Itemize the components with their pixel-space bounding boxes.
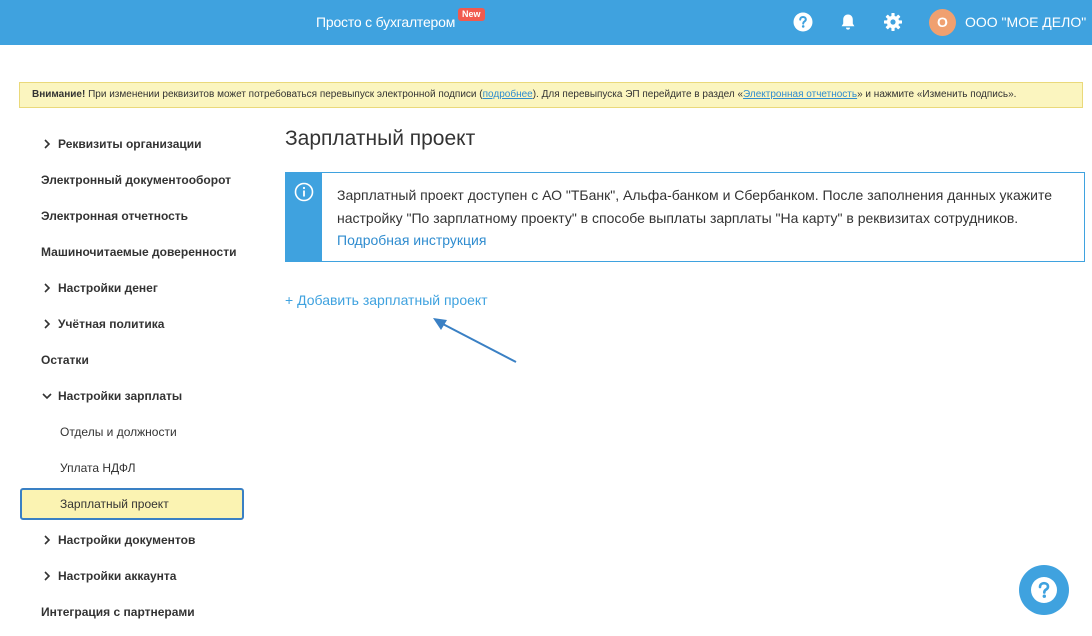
sidebar-item-departments[interactable]: Отделы и должности [20, 418, 244, 446]
warning-text-2: ). Для перевыпуска ЭП перейдите в раздел… [532, 89, 744, 100]
chevron-right-icon [44, 139, 51, 149]
warning-banner: Внимание! При изменении реквизитов может… [19, 82, 1083, 108]
chevron-right-icon [44, 283, 51, 293]
sidebar-item-balances[interactable]: Остатки [20, 346, 244, 374]
sidebar-item-label: Отделы и должности [60, 425, 177, 439]
sidebar-item-account-settings[interactable]: Настройки аккаунта [20, 562, 244, 590]
sidebar-item-ndfl-payment[interactable]: Уплата НДФЛ [20, 454, 244, 482]
sidebar-item-label: Машиночитаемые доверенности [41, 245, 237, 259]
sidebar-item-salary-settings[interactable]: Настройки зарплаты [20, 382, 244, 410]
help-chat-button[interactable] [1019, 565, 1069, 615]
sidebar-item-poa[interactable]: Машиночитаемые доверенности [20, 238, 244, 266]
chevron-right-icon [44, 319, 51, 329]
page-title: Зарплатный проект [285, 127, 476, 150]
sidebar-item-document-settings[interactable]: Настройки документов [20, 526, 244, 554]
sidebar-item-edo[interactable]: Электронный документооборот [20, 166, 244, 194]
avatar[interactable]: О [929, 9, 956, 36]
instruction-link[interactable]: Подробная инструкция [337, 230, 486, 250]
sidebar-item-label: Электронный документооборот [41, 173, 232, 187]
sidebar-item-label: Реквизиты организации [58, 137, 202, 151]
sidebar-item-label: Зарплатный проект [60, 497, 169, 511]
sidebar-item-partner-integration[interactable]: Интеграция с партнерами [20, 598, 244, 626]
gear-icon[interactable] [883, 12, 903, 32]
annotation-arrow [433, 318, 517, 363]
chevron-down-icon [42, 393, 52, 400]
sidebar-item-label: Остатки [41, 353, 89, 367]
warning-title: Внимание! [32, 89, 86, 100]
top-header-bar: Просто с бухгалтером New О ООО "МОЕ ДЕЛО… [0, 0, 1092, 45]
chevron-right-icon [44, 571, 51, 581]
organization-name[interactable]: ООО "МОЕ ДЕЛО" [965, 14, 1086, 30]
warning-text-1: При изменении реквизитов может потребова… [85, 89, 483, 100]
promo-link[interactable]: Просто с бухгалтером [316, 14, 455, 30]
new-badge: New [458, 8, 485, 21]
details-link[interactable]: подробнее [483, 89, 533, 100]
sidebar-item-label: Настройки документов [58, 533, 196, 547]
bell-icon[interactable] [838, 12, 858, 32]
sidebar-item-label: Настройки аккаунта [58, 569, 177, 583]
sidebar-item-electronic-reporting[interactable]: Электронная отчетность [20, 202, 244, 230]
electronic-reporting-link[interactable]: Электронная отчетность [743, 89, 857, 100]
info-stripe [286, 173, 322, 261]
sidebar-item-label: Учётная политика [58, 317, 165, 331]
info-icon [294, 182, 314, 202]
add-salary-project-link[interactable]: + Добавить зарплатный проект [285, 292, 488, 308]
sidebar-item-money-settings[interactable]: Настройки денег [20, 274, 244, 302]
sidebar-item-requisites[interactable]: Реквизиты организации [20, 130, 244, 158]
warning-text-3: » и нажмите «Изменить подпись». [857, 89, 1017, 100]
help-icon [1031, 577, 1057, 603]
sidebar-item-label: Настройки зарплаты [58, 389, 183, 403]
sidebar-item-label: Интеграция с партнерами [41, 605, 195, 619]
sidebar-item-accounting-policy[interactable]: Учётная политика [20, 310, 244, 338]
chevron-right-icon [44, 535, 51, 545]
sidebar-item-label: Электронная отчетность [41, 209, 189, 223]
sidebar-item-label: Уплата НДФЛ [60, 461, 136, 475]
sidebar-item-label: Настройки денег [58, 281, 158, 295]
sidebar-item-salary-project[interactable]: Зарплатный проект [20, 488, 244, 520]
help-icon[interactable] [793, 12, 813, 32]
info-box: Зарплатный проект доступен с АО "ТБанк",… [285, 172, 1085, 262]
info-text: Зарплатный проект доступен с АО "ТБанк",… [337, 187, 1052, 226]
